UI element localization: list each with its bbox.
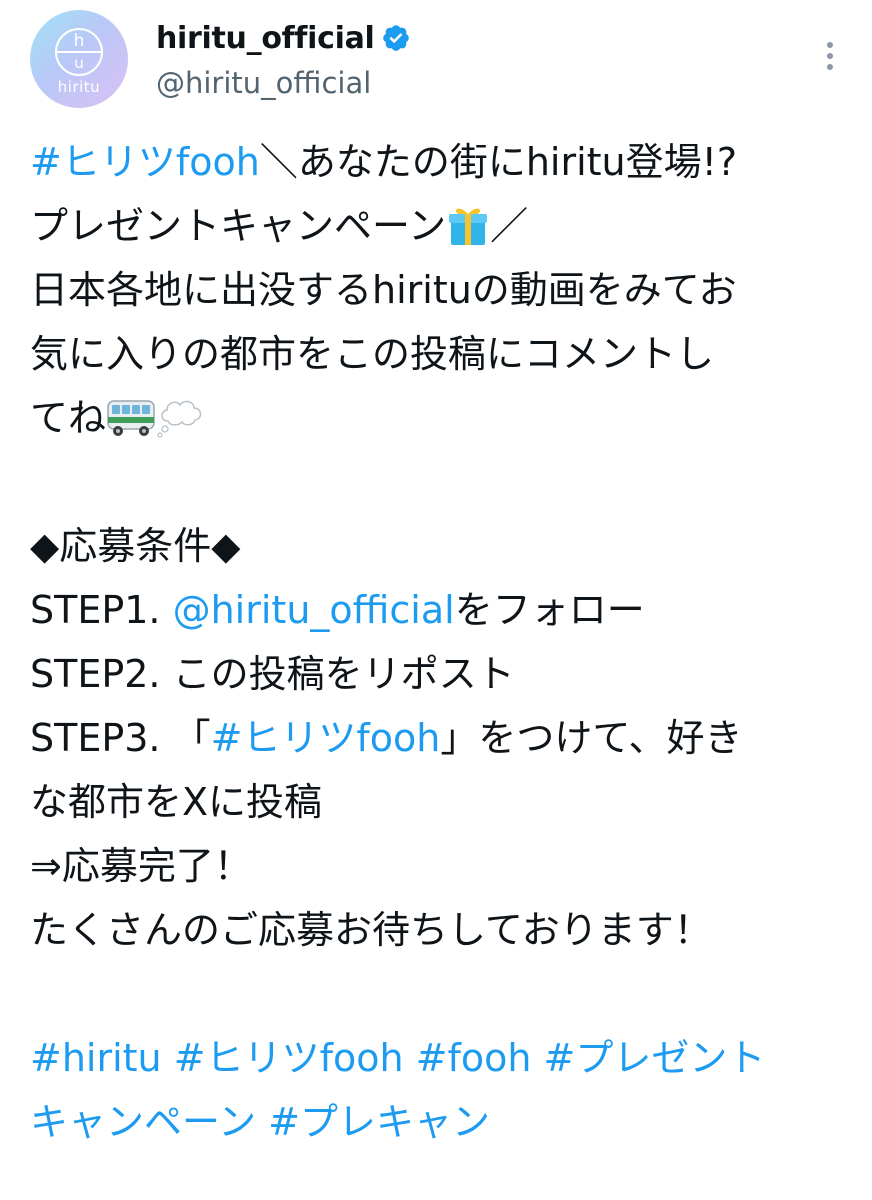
complete-line: ⇒応募完了！ (30, 844, 252, 888)
post-line-4: 気に入りの都市をこの投稿にコメントし (30, 332, 715, 376)
account-handle[interactable]: @hiritu_official (156, 66, 371, 100)
gift-emoji (449, 208, 488, 245)
more-dot (827, 64, 833, 70)
post-text-segment: STEP1. (30, 588, 173, 632)
more-options-icon[interactable] (818, 34, 842, 78)
hashtags-line-1: #hiritu #ヒリツfooh #fooh #プレゼント (30, 1026, 850, 1090)
post-line-2: プレゼントキャンペーン ／ (30, 194, 850, 258)
verified-badge-icon (382, 25, 409, 51)
step2-line: STEP2. この投稿をリポスト (30, 652, 515, 696)
hashtags-line-2: キャンペーン #プレキャン (30, 1090, 850, 1154)
avatar[interactable]: h u hiritu (30, 10, 128, 108)
post-text-segment: ／ (490, 204, 529, 248)
conditions-title: ◆応募条件◆ (30, 524, 241, 568)
post-text-segment: をフォロー (454, 588, 645, 632)
hashtag-link[interactable]: #ヒリツfooh (211, 716, 441, 760)
post-text-segment: 」をつけて、好き (440, 716, 743, 760)
post-line-5: てね (30, 386, 850, 450)
post-text-segment: プレゼントキャンペーン (30, 204, 447, 248)
display-name[interactable]: hiritu_official (156, 21, 375, 56)
post-text-segment: てね (30, 396, 107, 440)
avatar-text: hiritu (57, 78, 101, 96)
hashtag-links[interactable]: #hiritu #ヒリツfooh #fooh #プレゼント (30, 1036, 765, 1080)
step3-line: STEP3. 「#ヒリツfooh」をつけて、好き (30, 706, 850, 770)
hashtag-link[interactable]: #ヒリツfooh (30, 140, 260, 184)
closing-line: たくさんのご応募お待ちしております！ (30, 908, 712, 952)
display-name-row: hiritu_official (156, 16, 411, 60)
step1-line: STEP1. @hiritu_officialをフォロー (30, 578, 850, 642)
hashtag-links[interactable]: キャンペーン #プレキャン (30, 1100, 490, 1144)
more-dot (827, 42, 833, 48)
post-line-1: #ヒリツfooh＼あなたの街にhiritu登場!? (30, 130, 850, 194)
post-text: #ヒリツfooh＼あなたの街にhiritu登場!? プレゼントキャンペーン ／ … (30, 130, 850, 1154)
post-line-3: 日本各地に出没するhirituの動画をみてお (30, 268, 737, 312)
avatar-mark-top: h (74, 31, 85, 51)
thought-balloon-emoji (157, 400, 202, 438)
more-dot (827, 53, 833, 59)
avatar-mark-bottom: u (74, 54, 84, 72)
post-text-segment: ＼あなたの街にhiritu登場!? (259, 140, 738, 184)
post-header: h u hiritu hiritu_official @hiritu_offic… (30, 10, 842, 110)
post-text-segment: STEP3. 「 (30, 716, 211, 760)
mention-link[interactable]: @hiritu_official (173, 588, 455, 632)
bus-emoji (107, 400, 155, 436)
step3-line-cont: な都市をXに投稿 (30, 780, 323, 824)
